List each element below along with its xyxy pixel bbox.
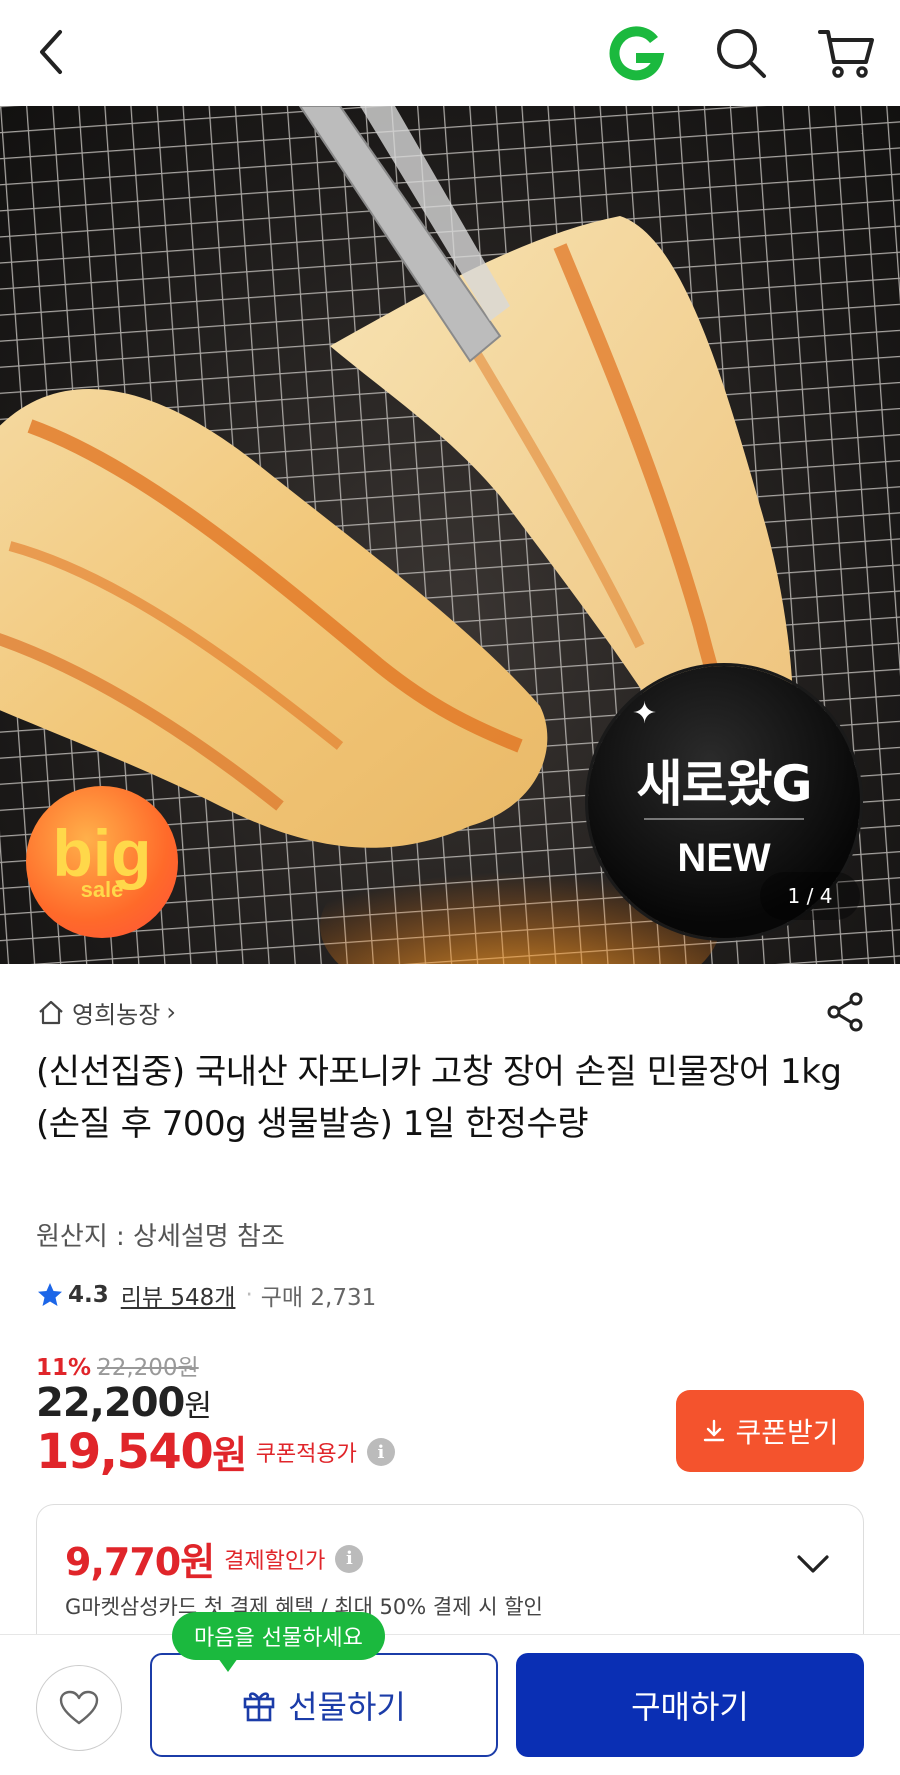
original-price-unit: 원 [177,1355,199,1381]
bottom-action-bar: 선물하기 구매하기 [0,1634,900,1775]
new-badge-divider [644,818,804,820]
original-price: 22,200원 [97,1348,199,1382]
download-icon [704,1419,725,1442]
home-icon [39,1000,63,1025]
rating-row: 4.3 리뷰 548개 · 구매 2,731 [36,1275,376,1315]
store-link[interactable]: 영희농장 › [36,992,176,1032]
star-icon [38,1283,62,1306]
gift-button[interactable]: 선물하기 [150,1653,498,1757]
info-icon[interactable]: i [335,1544,364,1573]
big-sale-subtext: sale [80,877,124,902]
store-name: 영희농장 [72,1000,161,1029]
card-discount-label: 결제할인가 [224,1548,326,1574]
coupon-price-unit: 원 [212,1433,247,1477]
image-pager: 1 / 4 [760,872,860,920]
chevron-right-icon: › [166,998,176,1026]
purchase-count: 구매 2,731 [260,1285,377,1311]
origin-info: 원산지 : 상세설명 참조 [36,1222,285,1252]
product-image[interactable]: big sale ✦ 새로왔G NEW 1 / 4 [0,106,900,964]
big-sale-text: big [52,816,152,890]
gift-icon [243,1692,275,1722]
card-discount-amount: 9,770원 [65,1540,215,1584]
card-discount-panel[interactable]: 9,770원 결제할인가 i G마켓삼성카드 첫 결제 혜택 / 최대 50% … [36,1504,864,1644]
original-price-value: 22,200 [97,1355,178,1381]
get-coupon-label: 쿠폰받기 [735,1417,839,1448]
info-icon[interactable]: i [366,1438,395,1466]
sale-price-value: 22,200 [36,1380,185,1426]
coupon-price-label: 쿠폰적용가 [255,1442,357,1467]
sale-price-unit: 원 [184,1389,212,1424]
card-discount-price-row: 9,770원 결제할인가 i [65,1531,364,1586]
product-title: (신선집중) 국내산 자포니카 고창 장어 손질 민물장어 1kg (손질 후 … [36,1052,842,1144]
chevron-down-icon[interactable] [793,1549,833,1579]
rating-score: 4.3 [68,1282,109,1308]
separator-dot: · [245,1282,253,1308]
share-icon[interactable] [824,990,868,1034]
buy-label: 구매하기 [631,1689,749,1725]
new-badge-title: 새로왔G [636,755,812,813]
gift-tooltip: 마음을 선물하세요 [172,1612,385,1672]
review-link[interactable]: 리뷰 548개 [121,1278,236,1312]
chevron-left-icon[interactable] [30,24,78,80]
coupon-price-value: 19,540 [36,1424,214,1480]
gmarket-g-logo[interactable] [604,24,666,82]
discount-row: 11% 22,200원 [36,1348,199,1382]
discount-percent: 11% [36,1355,92,1381]
cart-icon[interactable] [816,24,876,82]
coupon-price: 19,540원 [36,1424,247,1480]
sale-price: 22,200원 [36,1380,212,1426]
sparkle-icon: ✦ [632,696,658,731]
search-icon[interactable] [712,24,770,82]
wishlist-button[interactable] [36,1665,122,1751]
top-bar [0,0,900,106]
big-sale-badge: big sale [26,786,178,938]
gift-label: 선물하기 [288,1689,406,1725]
heart-icon [59,1690,99,1725]
coupon-price-row: 19,540원 쿠폰적용가 i [36,1424,395,1480]
buy-button[interactable]: 구매하기 [516,1653,864,1757]
get-coupon-button[interactable]: 쿠폰받기 [676,1390,864,1472]
